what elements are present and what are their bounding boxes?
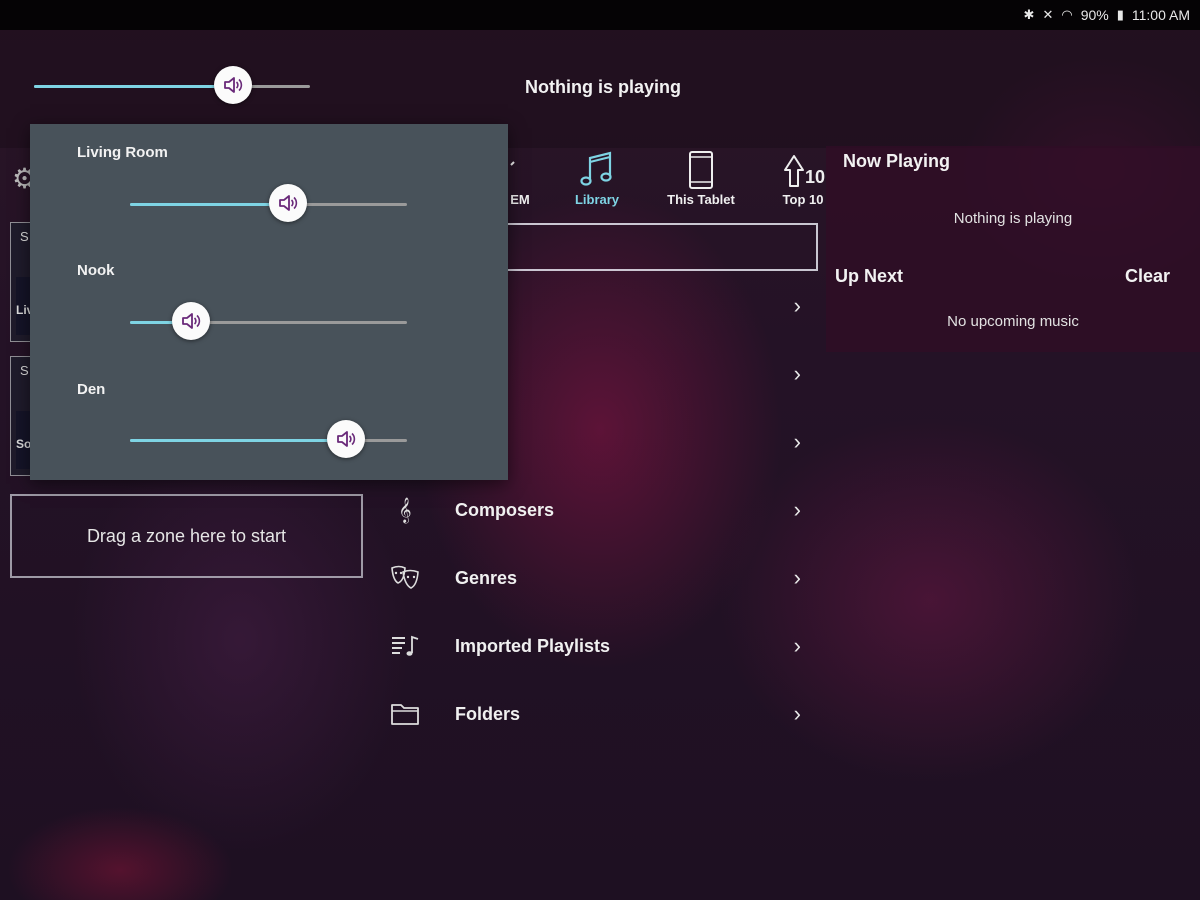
zone-card-body: Liv — [16, 277, 31, 335]
library-item-label: Folders — [455, 703, 521, 724]
battery-icon: ▮ — [1116, 7, 1124, 22]
zone-volume-popup: Living Room Nook Den — [30, 124, 508, 480]
now-playing-empty-text: Nothing is playing — [953, 210, 1073, 227]
master-volume-slider[interactable] — [34, 66, 310, 106]
speaker-icon — [337, 431, 356, 447]
drag-zone-text: Drag a zone here to start — [86, 525, 287, 546]
library-item-genres[interactable]: Genres › — [385, 544, 815, 612]
library-item-label: Composers — [455, 499, 555, 520]
playlist-icon — [385, 633, 425, 659]
top10-icon: 10 — [781, 148, 825, 192]
zone-volume-slider[interactable] — [130, 184, 407, 224]
volume-knob[interactable] — [268, 184, 307, 222]
chevron-right-icon: › — [793, 361, 801, 386]
now-playing-panel: Now Playing Nothing is playing Up Next C… — [826, 146, 1200, 352]
tab-label: Library — [574, 192, 620, 207]
chevron-right-icon: › — [793, 293, 801, 318]
library-item-imported-playlists[interactable]: Imported Playlists › — [385, 612, 815, 680]
battery-percent: 90% — [1080, 7, 1109, 23]
search-input[interactable] — [484, 223, 818, 271]
chevron-right-icon: › — [793, 633, 801, 658]
chevron-right-icon: › — [793, 565, 801, 590]
up-next-heading: Up Next — [835, 266, 904, 286]
clock: 11:00 AM — [1131, 7, 1190, 23]
slider-fill — [34, 85, 233, 88]
now-playing-title: Nothing is playing — [525, 77, 681, 97]
svg-text:10: 10 — [805, 167, 825, 187]
speaker-icon — [278, 195, 298, 211]
chevron-right-icon: › — [793, 701, 801, 726]
treble-clef-icon: 𝄞 — [398, 497, 412, 522]
now-playing-heading: Now Playing — [843, 151, 951, 171]
source-tabs: EM Library This Tablet 10 Top 10 — [480, 148, 830, 220]
mute-icon: ✕ — [1042, 7, 1054, 22]
zone-card-title: S — [20, 363, 29, 378]
chevron-right-icon: › — [793, 497, 801, 522]
volume-knob[interactable] — [213, 66, 252, 104]
zone-card-title: S — [20, 229, 29, 244]
status-bar: ✱ ✕ ◠ 90% ▮ 11:00 AM — [0, 0, 1200, 30]
speaker-icon — [223, 77, 242, 93]
tablet-icon — [687, 148, 715, 192]
library-item-composers[interactable]: 𝄞 Composers › — [385, 476, 815, 544]
folder-icon — [385, 701, 425, 727]
masks-icon — [385, 565, 425, 591]
tab-label: This Tablet — [667, 192, 735, 207]
zone-name: Den — [77, 381, 106, 398]
slider-fill — [130, 203, 288, 206]
clear-queue-button[interactable]: Clear — [1125, 266, 1170, 287]
music-note-icon — [578, 148, 616, 192]
zone-card-body: So — [16, 411, 31, 469]
chevron-right-icon: › — [793, 429, 801, 454]
zone-name: Nook — [77, 262, 115, 279]
speaker-icon — [182, 313, 201, 329]
tab-this-tablet[interactable]: This Tablet — [651, 148, 751, 220]
no-upcoming-text: No upcoming music — [947, 313, 1079, 330]
zone-card[interactable]: S Liv — [10, 222, 32, 342]
library-item-label: Genres — [455, 567, 518, 588]
wifi-icon: ◠ — [1061, 7, 1073, 22]
zone-card[interactable]: S So — [10, 356, 32, 476]
bluetooth-icon: ✱ — [1023, 7, 1035, 22]
library-item-folders[interactable]: Folders › — [385, 680, 815, 748]
volume-knob[interactable] — [327, 420, 366, 458]
zone-volume-slider[interactable] — [130, 302, 407, 342]
slider-fill — [130, 439, 347, 442]
tab-library[interactable]: Library — [547, 148, 647, 220]
zone-volume-slider[interactable] — [130, 420, 407, 460]
tab-label: Top 10 — [782, 192, 824, 207]
library-item-label: Imported Playlists — [455, 635, 611, 656]
volume-knob[interactable] — [171, 302, 210, 340]
drag-zone-target[interactable]: Drag a zone here to start — [10, 494, 363, 578]
zone-name: Living Room — [77, 144, 168, 161]
